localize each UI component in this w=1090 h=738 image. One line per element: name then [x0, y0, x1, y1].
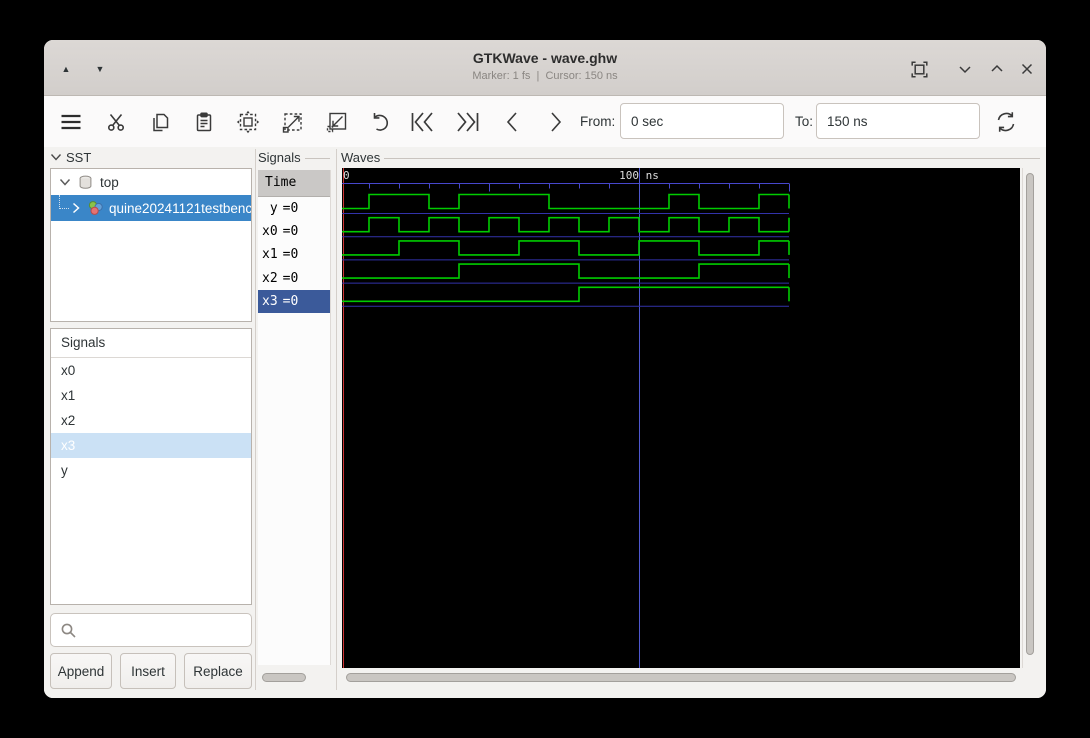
- go-to-start-button[interactable]: [404, 103, 442, 141]
- wave-signal-row-y[interactable]: y =0: [258, 197, 330, 220]
- reload-icon: [997, 112, 1015, 132]
- zoom-fit-button[interactable]: [229, 103, 267, 141]
- to-input[interactable]: [816, 103, 980, 139]
- wave-vscrollbar[interactable]: [1022, 168, 1039, 668]
- wave-hscrollbar[interactable]: [342, 671, 1020, 684]
- wave-hscrollbar-thumb[interactable]: [346, 673, 1016, 682]
- window-title: GTKWave - wave.ghw: [472, 50, 618, 66]
- skip-to-end-icon: [457, 112, 479, 132]
- waveform-display: 0 100 ns: [342, 168, 790, 668]
- zoom-in-button[interactable]: [273, 103, 311, 141]
- tree-item-testbench[interactable]: quine20241121testbench: [51, 195, 251, 221]
- pane-splitter-right[interactable]: [336, 149, 337, 690]
- wave-names-panel: Time y =0 x0 =0 x1 =0 x2 =0 x3 =0: [258, 170, 331, 665]
- append-button[interactable]: Append: [50, 653, 112, 689]
- tree-item-label: top: [100, 174, 119, 190]
- signals-frame-label: Signals: [258, 150, 330, 165]
- copy-button[interactable]: [141, 103, 179, 141]
- wave-signal-row-x3[interactable]: x3 =0: [258, 289, 330, 313]
- names-hscrollbar[interactable]: [258, 671, 330, 684]
- zoom-in-icon: [282, 112, 302, 133]
- maximize-button[interactable]: [984, 56, 1010, 82]
- zoom-out-button[interactable]: [317, 103, 355, 141]
- hierarchy-cylinder-icon: [78, 175, 93, 190]
- menu-icon: [61, 114, 81, 130]
- gtkwave-window: ▲ ▼ GTKWave - wave.ghw Marker: 1 fs | Cu…: [44, 40, 1046, 698]
- chevron-up-icon: [991, 64, 1003, 72]
- signal-list-item-x1[interactable]: x1: [51, 383, 251, 408]
- paste-button[interactable]: [185, 103, 223, 141]
- expander-open-icon[interactable]: [59, 177, 71, 187]
- copy-icon: [153, 113, 169, 132]
- sst-frame-label: SST: [50, 150, 130, 165]
- signal-search[interactable]: [50, 613, 252, 647]
- chevron-down-icon: [50, 154, 62, 161]
- close-icon: [1021, 63, 1033, 75]
- timeline-label-start: 0: [343, 169, 350, 182]
- marker-cursor-status: Marker: 1 fs | Cursor: 150 ns: [472, 70, 618, 82]
- toolbar: From: To:: [44, 96, 1046, 148]
- signal-list-header: Signals: [51, 329, 251, 358]
- timeline-label-100ns: 100 ns: [619, 169, 659, 182]
- go-to-end-button[interactable]: [448, 103, 486, 141]
- wave-trace-x0: [342, 216, 789, 233]
- waves-frame-label: Waves: [341, 150, 1040, 165]
- tree-item-top[interactable]: top: [51, 169, 251, 195]
- undo-icon: [373, 112, 388, 131]
- step-back-button[interactable]: [493, 103, 531, 141]
- fullscreen-icon: [910, 60, 928, 78]
- wave-canvas[interactable]: 0 100 ns: [342, 168, 1020, 668]
- wave-vscrollbar-thumb[interactable]: [1026, 173, 1034, 655]
- reload-button[interactable]: [987, 103, 1025, 141]
- fullscreen-button[interactable]: [906, 56, 932, 82]
- wave-trace-y: [342, 193, 789, 210]
- sst-tree: top quine20241121testbench: [50, 168, 252, 322]
- time-column-header[interactable]: Time: [258, 170, 330, 197]
- wave-signal-row-x0[interactable]: x0 =0: [258, 220, 330, 243]
- zoom-fit-icon: [236, 110, 260, 134]
- minimize-button[interactable]: [952, 56, 978, 82]
- step-forward-button[interactable]: [537, 103, 575, 141]
- close-button[interactable]: [1014, 56, 1040, 82]
- from-label: From:: [580, 114, 616, 129]
- wave-trace-x2: [342, 263, 789, 279]
- tree-guide-line: [59, 195, 69, 209]
- cut-scissors-icon: [108, 113, 124, 131]
- wave-trace-x3: [342, 286, 789, 303]
- signal-list-item-x2[interactable]: x2: [51, 408, 251, 433]
- content-area: SST top quine20241121testbench Signals x…: [44, 147, 1046, 698]
- signal-list: Signals x0 x1 x2 x3 y: [50, 328, 252, 605]
- zoom-out-icon: [326, 112, 346, 132]
- expander-closed-icon[interactable]: [71, 202, 81, 214]
- menu-button[interactable]: [52, 103, 90, 141]
- wave-signal-row-x2[interactable]: x2 =0: [258, 267, 330, 290]
- wave-trace-x1: [342, 240, 789, 256]
- from-input[interactable]: [620, 103, 784, 139]
- insert-button[interactable]: Insert: [120, 653, 176, 689]
- replace-button[interactable]: Replace: [184, 653, 252, 689]
- titlebar[interactable]: ▲ ▼ GTKWave - wave.ghw Marker: 1 fs | Cu…: [44, 40, 1046, 96]
- chevron-left-icon: [506, 112, 517, 132]
- module-colored-icon: [87, 200, 104, 216]
- signal-list-item-x3[interactable]: x3: [51, 433, 251, 458]
- chevron-down-icon: [959, 66, 971, 74]
- skip-to-start-icon: [411, 112, 433, 132]
- to-label: To:: [795, 114, 814, 129]
- undo-button[interactable]: [360, 103, 398, 141]
- chevron-right-icon: [551, 112, 562, 132]
- pane-splitter-left[interactable]: [255, 149, 256, 690]
- signal-list-item-y[interactable]: y: [51, 458, 251, 483]
- cut-button[interactable]: [97, 103, 135, 141]
- paste-clipboard-icon: [196, 112, 212, 132]
- names-hscrollbar-thumb[interactable]: [262, 673, 306, 682]
- search-icon: [61, 623, 76, 638]
- tree-item-label: quine20241121testbench: [109, 200, 251, 216]
- wave-signal-row-x1[interactable]: x1 =0: [258, 243, 330, 266]
- signal-list-item-x0[interactable]: x0: [51, 358, 251, 383]
